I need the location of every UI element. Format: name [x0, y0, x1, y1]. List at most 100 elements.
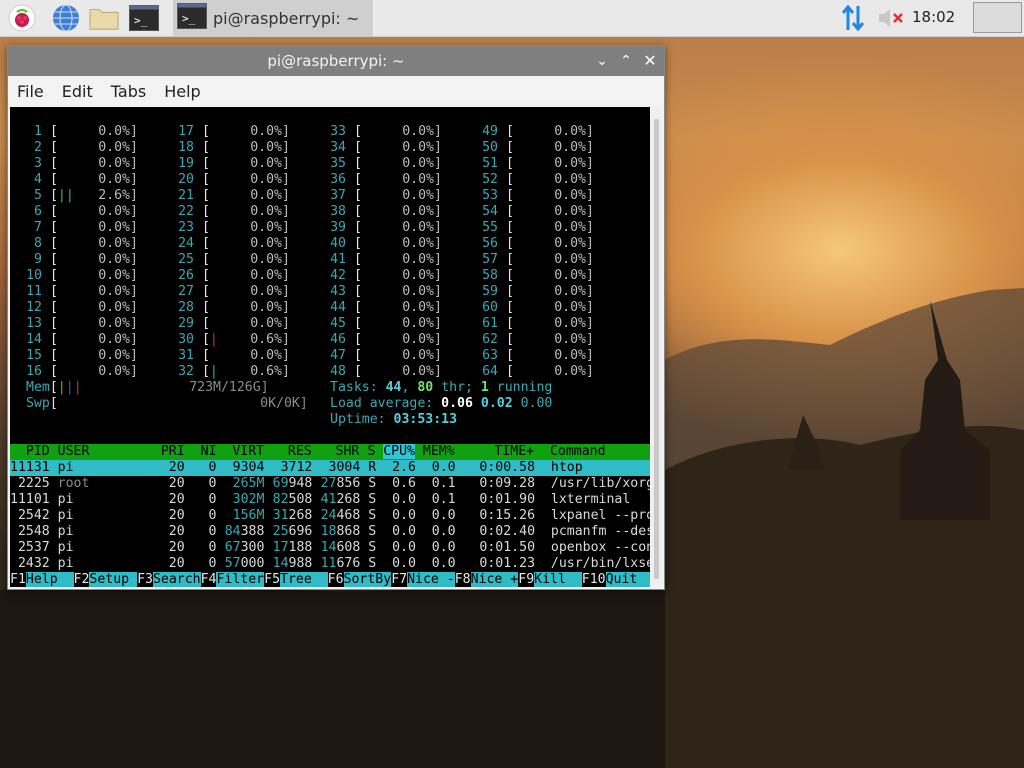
shr-cell: 27856: [320, 476, 361, 491]
cpu-meter: 47 [0.0%]: [330, 348, 442, 363]
column-header-s[interactable]: S: [359, 444, 383, 459]
fkey-f10-label[interactable]: Quit: [605, 572, 650, 587]
cpu-meter: 19 [0.0%]: [178, 156, 290, 171]
fkey-f8: F8: [454, 572, 471, 587]
file-manager-icon[interactable]: [89, 3, 119, 33]
web-browser-icon[interactable]: [51, 3, 81, 33]
menu-file[interactable]: File: [17, 82, 44, 101]
virt-cell: 156M: [232, 508, 265, 523]
fkey-f6-label[interactable]: SortBy: [343, 572, 392, 587]
htop-terminal[interactable]: 1 [0.0%] 2 [0.0%] 3 [0.0%] 4 [0.0%] 5 [|| 2.6…: [10, 107, 650, 587]
cpu-meter: 62 [0.0%]: [482, 332, 594, 347]
command-cell: lxpanel --profile: [550, 508, 650, 523]
volume-muted-icon[interactable]: [876, 3, 906, 33]
cpu-meter: 64 [0.0%]: [482, 364, 594, 379]
fkey-f3-label[interactable]: Search: [152, 572, 201, 587]
raspberry-menu-icon[interactable]: [7, 3, 37, 33]
ni-cell: 0: [184, 524, 217, 539]
menu-tabs[interactable]: Tabs: [111, 82, 146, 101]
user-cell: pi: [57, 556, 138, 571]
clock[interactable]: 18:02: [912, 8, 955, 26]
res-cell: 31268: [272, 508, 313, 523]
menu-help[interactable]: Help: [164, 82, 200, 101]
table-row[interactable]: 11131 pi 20 0 9304 3712 3004 R 2.6 0.0 0…: [10, 460, 650, 476]
table-row[interactable]: 11101 pi 20 0 302M 82508 41268 S 0.0 0.1…: [10, 492, 650, 508]
fkey-f1-label[interactable]: Help: [25, 572, 74, 587]
scrollbar-thumb[interactable]: [654, 119, 659, 579]
minimize-icon[interactable]: ⌄: [591, 50, 613, 72]
maximize-icon[interactable]: ⌃: [615, 50, 637, 72]
column-header-ni[interactable]: NI: [185, 444, 217, 459]
column-header-cpu[interactable]: CPU%: [383, 444, 415, 459]
column-header-virt[interactable]: VIRT: [216, 444, 264, 459]
table-row[interactable]: 2225 root 20 0 265M 69948 27856 S 0.6 0.…: [10, 476, 650, 492]
table-row[interactable]: 2432 pi 20 0 57000 14988 11676 S 0.0 0.0…: [10, 556, 650, 572]
cpu-meter: 15 [0.0%]: [26, 348, 138, 363]
cpu-meter: 39 [0.0%]: [330, 220, 442, 235]
cpu-meter: 43 [0.0%]: [330, 284, 442, 299]
cpu-meter: 2 [0.0%]: [34, 140, 138, 155]
column-header-mem[interactable]: MEM%: [415, 444, 455, 459]
cpu-meter: 32 [| 0.6%]: [178, 364, 290, 379]
fkey-f9-label[interactable]: Kill: [534, 572, 582, 587]
terminal-scrollbar[interactable]: [651, 107, 662, 587]
cpu-meter: 29 [0.0%]: [178, 316, 290, 331]
command-cell: /usr/bin/lxsessio: [550, 556, 650, 571]
res-cell: 69948: [272, 476, 313, 491]
fkey-f2-label[interactable]: Setup: [89, 572, 138, 587]
network-arrows-icon[interactable]: [838, 3, 868, 33]
time-cell: 0:09.28: [455, 476, 536, 491]
res-cell: 82508: [272, 492, 313, 507]
cpu-meter: 7 [0.0%]: [34, 220, 138, 235]
menu-edit[interactable]: Edit: [62, 82, 93, 101]
fkey-f4-label[interactable]: Filter: [216, 572, 265, 587]
column-header-time[interactable]: TIME+: [455, 444, 534, 459]
state-cell: S: [360, 476, 385, 491]
task-title: pi@raspberrypi: ~: [213, 8, 360, 28]
fkey-f8-label[interactable]: Nice +: [470, 572, 519, 587]
time-cell: 0:02.40: [455, 524, 536, 539]
cpu-meter: 12 [0.0%]: [26, 300, 138, 315]
fkey-f7: F7: [391, 572, 408, 587]
cpu-meter: 17 [0.0%]: [178, 124, 290, 139]
cpu-meter: 36 [0.0%]: [330, 172, 442, 187]
state-cell: S: [360, 556, 385, 571]
cpu-meter: 26 [0.0%]: [178, 268, 290, 283]
virt-cell: 67300: [224, 540, 265, 555]
table-row[interactable]: 2542 pi 20 0 156M 31268 24468 S 0.0 0.0 …: [10, 508, 650, 524]
mem-cell: 0.1: [415, 476, 456, 491]
fkey-f5-label[interactable]: Tree: [280, 572, 328, 587]
process-table-header[interactable]: PID USER PRI NI VIRT RES SHR S CPU% MEM%…: [10, 444, 650, 460]
cpu-meter: 49 [0.0%]: [482, 124, 594, 139]
fkey-f6: F6: [327, 572, 344, 587]
res-cell: 14988: [272, 556, 313, 571]
terminal-task-button[interactable]: >_ pi@raspberrypi: ~: [173, 0, 373, 36]
ni-cell: 0: [184, 540, 217, 555]
pid-cell: 11131: [10, 460, 58, 475]
menubar: File Edit Tabs Help: [8, 76, 664, 106]
ni-cell: 0: [184, 460, 217, 475]
table-row[interactable]: 2537 pi 20 0 67300 17188 14608 S 0.0 0.0…: [10, 540, 650, 556]
pri-cell: 20: [137, 460, 185, 475]
desktop-switcher[interactable]: [973, 2, 1022, 33]
cpu-meter: 61 [0.0%]: [482, 316, 594, 331]
time-cell: 0:01.90: [455, 492, 536, 507]
fkey-f3: F3: [137, 572, 153, 587]
column-header-pid[interactable]: PID: [10, 444, 58, 459]
column-header-shr[interactable]: SHR: [312, 444, 360, 459]
mem-cell: 0.1: [415, 492, 456, 507]
virt-cell: 302M: [232, 492, 265, 507]
window-titlebar[interactable]: pi@raspberrypi: ~ ⌄ ⌃ ✕: [8, 46, 664, 76]
terminal-launcher-icon[interactable]: >_: [129, 3, 159, 33]
fkey-f7-label[interactable]: Nice -: [407, 572, 455, 587]
fkey-f1: F1: [10, 572, 26, 587]
column-header-res[interactable]: RES: [264, 444, 312, 459]
close-icon[interactable]: ✕: [639, 50, 661, 72]
cpu-cell: 0.0: [384, 508, 416, 523]
pri-cell: 20: [137, 508, 185, 523]
table-row[interactable]: 2548 pi 20 0 84388 25696 18868 S 0.0 0.0…: [10, 524, 650, 540]
column-header-cmd[interactable]: Command: [534, 444, 606, 459]
column-header-pri[interactable]: PRI: [137, 444, 185, 459]
mem-cell: 0.0: [415, 540, 456, 555]
column-header-user[interactable]: USER: [58, 444, 137, 459]
